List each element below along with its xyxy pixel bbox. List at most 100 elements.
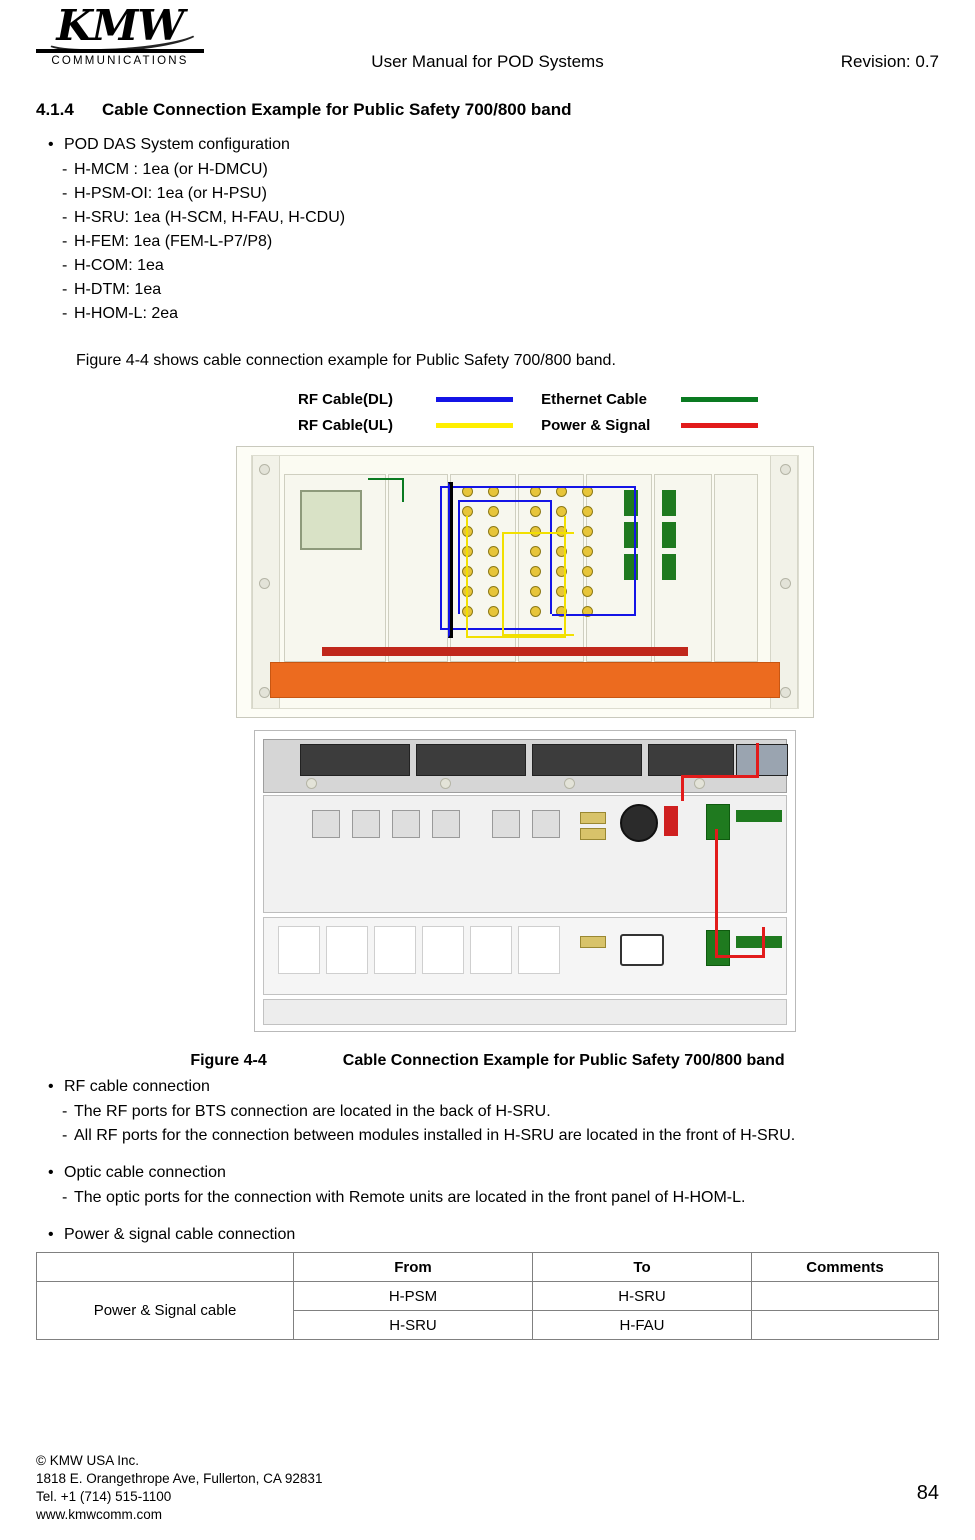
list-item: - All RF ports for the connection betwee… (36, 1124, 939, 1148)
list-item-label: H-SRU: 1ea (H-SCM, H-FAU, H-CDU) (74, 209, 346, 226)
list-item-label: H-FEM: 1ea (FEM-L-P7/P8) (74, 233, 273, 250)
footer-line-4: www.kmwcomm.com (36, 1507, 163, 1522)
rack-screw (780, 464, 791, 475)
config-bullet-label: POD DAS System configuration (64, 136, 290, 153)
header-title: User Manual for POD Systems (371, 52, 604, 71)
figure-caption: Figure 4-4 Cable Connection Example for P… (36, 1052, 939, 1070)
legend-swatch-rf-ul (435, 422, 514, 428)
psu-blank (470, 926, 512, 974)
hom-optic-port (662, 522, 676, 548)
list-item-label: The RF ports for BTS connection are loca… (74, 1103, 551, 1120)
list-item: - H-SRU: 1ea (H-SCM, H-FAU, H-CDU) (36, 206, 939, 230)
hom-optic-port (662, 490, 676, 516)
table-cell-comments (751, 1281, 939, 1311)
rear-module (648, 744, 734, 776)
mcm-display (300, 490, 362, 550)
hom-optic-port (662, 554, 676, 580)
legend-row: RF Cable(UL) Power & Signal (298, 412, 758, 438)
rack-screw (259, 578, 270, 589)
rack-screw (259, 464, 270, 475)
dash-icon: - (62, 161, 68, 178)
rack-screw (564, 778, 575, 789)
table-row: Power & Signal cable H-PSM H-SRU (36, 1281, 939, 1340)
bullet-icon: • (48, 136, 54, 153)
legend-swatch-power-signal (680, 422, 758, 428)
footer-line-1: © KMW USA Inc. (36, 1453, 139, 1468)
list-item: - H-HOM-L: 2ea (36, 302, 939, 326)
rear-port-shelf: #12 #11 #10 #9 #8 #7 #6 #5 #4 #3 #2 #1 (263, 795, 787, 936)
dash-icon: - (62, 185, 68, 202)
dash-icon: - (62, 305, 68, 322)
table-header-from: From (293, 1252, 533, 1282)
rack-screw (780, 578, 791, 589)
module-h-dtm (714, 474, 758, 662)
legend-label-ethernet: Ethernet Cable (541, 390, 647, 408)
figure-legend: RF Cable(DL) Ethernet Cable RF Cable(UL)… (298, 386, 758, 438)
ethernet-cable (368, 478, 404, 502)
power-led (664, 806, 678, 836)
power-signal-bullet-label: Power & signal cable connection (64, 1226, 296, 1243)
power-signal-cable (756, 743, 759, 777)
rear-green-label (736, 936, 782, 948)
table-cell-to: H-FAU (532, 1310, 752, 1340)
list-item: - H-FEM: 1ea (FEM-L-P7/P8) (36, 230, 939, 254)
config-list: - H-MCM : 1ea (or H-DMCU) - H-PSM-OI: 1e… (36, 158, 939, 326)
dash-icon: - (62, 1103, 68, 1120)
psu-blank (326, 926, 368, 974)
list-item-label: H-DTM: 1ea (74, 281, 162, 298)
page-number: 84 (916, 1482, 939, 1504)
rack-screw (306, 778, 317, 789)
bts-rf-port (392, 810, 420, 838)
page-header: KMW COMMUNICATIONS User Manual for POD S… (36, 0, 939, 82)
list-item: - H-PSM-OI: 1ea (or H-PSU) (36, 182, 939, 206)
figure-4-4: RF Cable(DL) Ethernet Cable RF Cable(UL)… (36, 378, 939, 1070)
rack-blank-panel (270, 662, 780, 698)
rack-screw (694, 778, 705, 789)
bts-rf-port (352, 810, 380, 838)
legend-label-rf-dl: RF Cable(DL) (298, 390, 393, 408)
table-cell-from: H-SRU (293, 1310, 533, 1340)
psu-blank (278, 926, 320, 974)
table-header-to: To (532, 1252, 752, 1282)
dash-icon: - (62, 281, 68, 298)
rear-module (416, 744, 526, 776)
figure-caption-text: Cable Connection Example for Public Safe… (342, 1052, 785, 1069)
section-number: 4.1.4 (36, 100, 74, 119)
power-signal-bullet: • Power & signal cable connection (36, 1226, 939, 1244)
power-signal-connector (706, 804, 730, 840)
list-item: - H-MCM : 1ea (or H-DMCU) (36, 158, 939, 182)
rack-screw (780, 687, 791, 698)
legend-swatch-rf-dl (435, 396, 514, 402)
rf-cable-bullet-label: RF cable connection (64, 1078, 210, 1095)
list-item: - H-DTM: 1ea (36, 278, 939, 302)
srv-red-strip (322, 647, 688, 656)
list-item-label: H-MCM : 1ea (or H-DMCU) (74, 161, 268, 178)
power-signal-connector (706, 930, 730, 966)
power-signal-cable (715, 829, 718, 957)
rf-cable-list: - The RF ports for BTS connection are lo… (36, 1100, 939, 1148)
table-header-row: From To Comments (36, 1252, 939, 1282)
signal-connector (580, 936, 606, 948)
bullet-icon: • (48, 1164, 54, 1181)
table-header-blank (36, 1252, 294, 1282)
list-item: - The RF ports for BTS connection are lo… (36, 1100, 939, 1124)
bts-rf-port (432, 810, 460, 838)
rear-module (532, 744, 642, 776)
psu-blank (422, 926, 464, 974)
dash-icon: - (62, 209, 68, 226)
list-item-label: H-COM: 1ea (74, 257, 164, 274)
legend-label-power-signal: Power & Signal (541, 416, 651, 434)
rack-chassis (251, 455, 799, 709)
power-switch (620, 804, 658, 842)
rack-screw (440, 778, 451, 789)
psu-blank (374, 926, 416, 974)
rack-front-view-image (236, 446, 814, 718)
optic-cable-list: - The optic ports for the connection wit… (36, 1186, 939, 1210)
table-cell-to: H-SRU (532, 1281, 752, 1311)
dash-icon: - (62, 1189, 68, 1206)
list-item-label: H-HOM-L: 2ea (74, 305, 179, 322)
dash-icon: - (62, 233, 68, 250)
list-item-label: All RF ports for the connection between … (74, 1127, 796, 1144)
legend-swatch-ethernet (680, 396, 758, 402)
bts-rf-port (312, 810, 340, 838)
